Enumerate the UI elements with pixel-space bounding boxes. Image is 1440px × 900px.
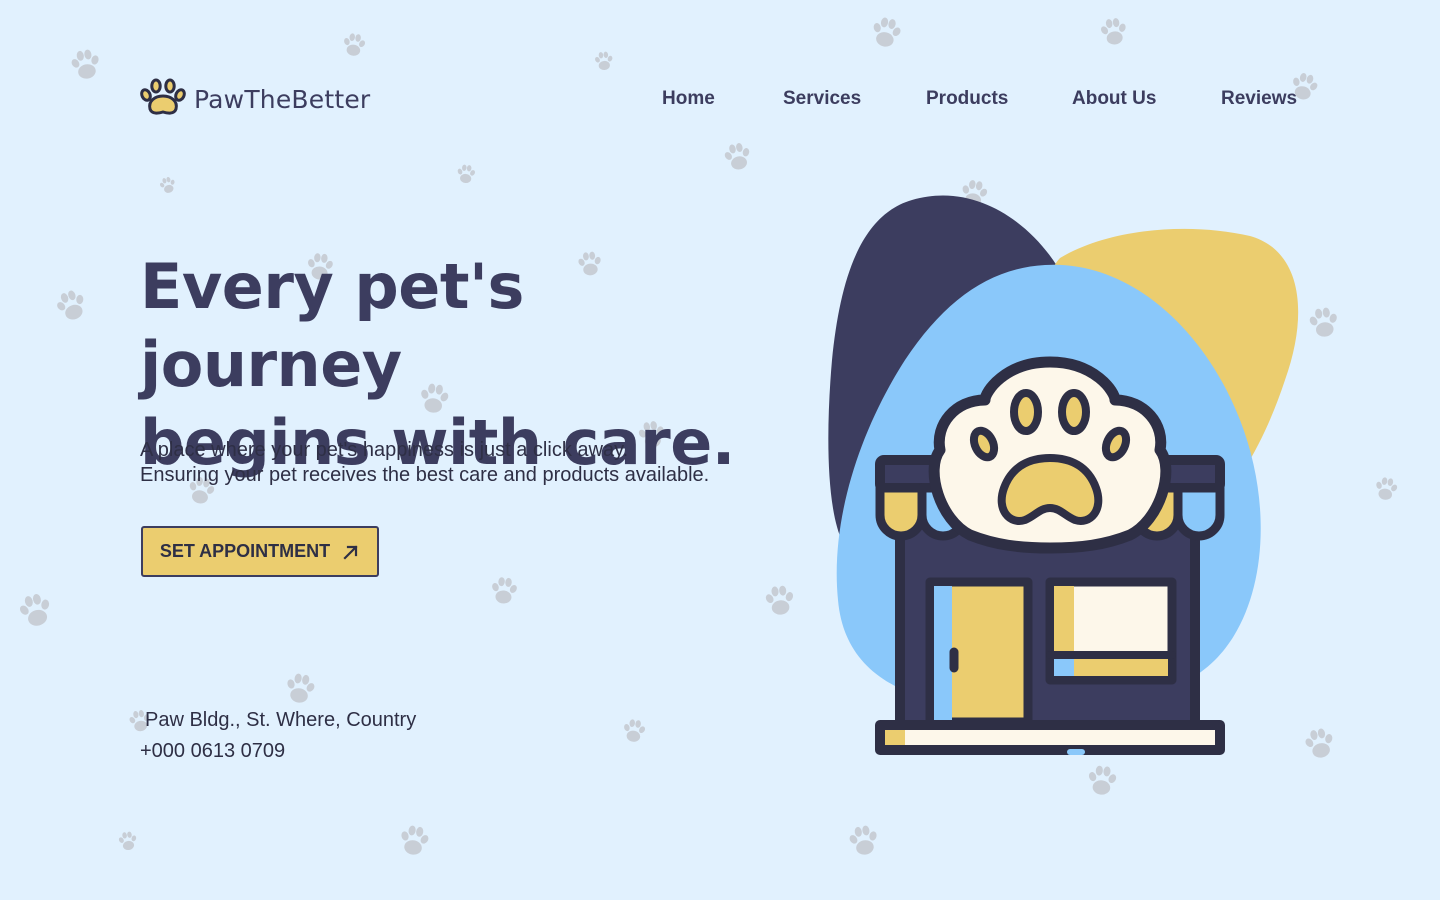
brand-logo[interactable]: PawTheBetter <box>140 78 370 120</box>
nav-item-about-us[interactable]: About Us <box>1072 88 1156 110</box>
main-nav: Home Services Products About Us Reviews <box>662 88 1300 114</box>
set-appointment-button[interactable]: SET APPOINTMENT <box>141 526 379 577</box>
hero-subtitle-line-2: Ensuring your pet receives the best care… <box>140 464 710 486</box>
arrow-up-right-icon <box>343 544 358 560</box>
nav-item-products[interactable]: Products <box>926 88 1008 110</box>
nav-item-reviews[interactable]: Reviews <box>1221 88 1297 110</box>
paw-icon <box>140 78 186 115</box>
hero-subtitle: A place where your pet's happiness is ju… <box>140 438 709 488</box>
hero-headline-line-1: Every pet's journey <box>140 250 524 401</box>
contact-info: Paw Bldg., St. Where, Country +000 0613 … <box>140 705 416 767</box>
hero-subtitle-line-1: A place where your pet's happiness is ju… <box>140 439 629 461</box>
pet-shop-storefront-icon <box>828 195 1299 755</box>
contact-phone: +000 0613 0709 <box>140 740 286 762</box>
set-appointment-label: SET APPOINTMENT <box>159 541 331 561</box>
nav-item-home[interactable]: Home <box>662 88 715 110</box>
nav-item-services[interactable]: Services <box>783 88 861 110</box>
brand-name: PawTheBetter <box>194 84 371 114</box>
contact-address: Paw Bldg., St. Where, Country <box>145 709 417 731</box>
